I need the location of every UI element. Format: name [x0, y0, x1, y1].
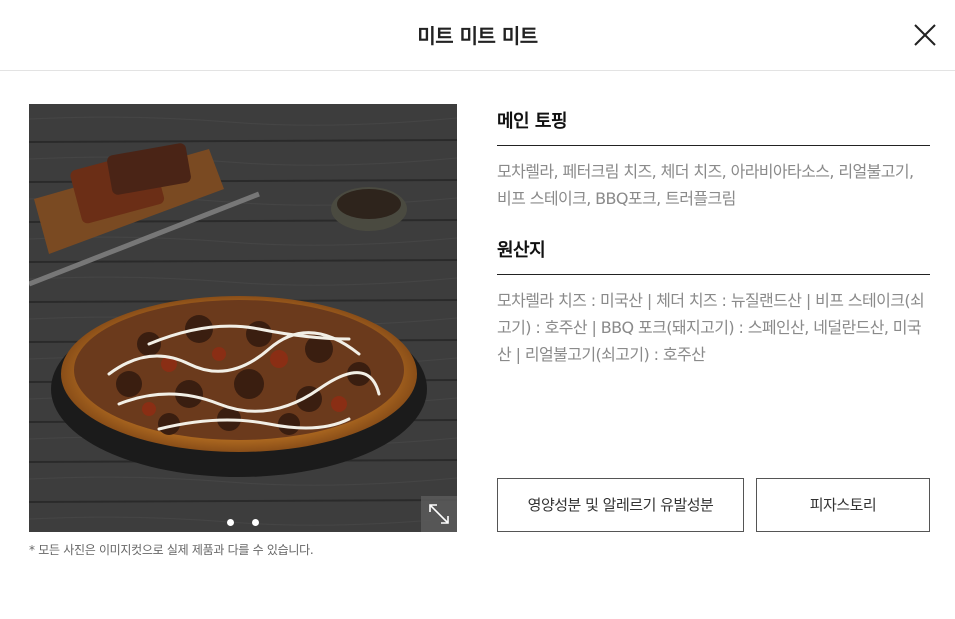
modal-header: 미트 미트 미트	[0, 0, 955, 71]
page-title: 미트 미트 미트	[417, 24, 538, 48]
toppings-text: 모차렐라, 페터크림 치즈, 체더 치즈, 아라비아타소스, 리얼불고기, 비프…	[497, 162, 914, 208]
carousel-dots	[29, 511, 457, 530]
pizza-story-button[interactable]: 피자스토리	[756, 478, 930, 532]
image-notice: * 모든 사진은 이미지컷으로 실제 제품과 다를 수 있습니다.	[29, 543, 314, 557]
carousel-dot[interactable]	[227, 519, 235, 526]
origin-title: 원산지	[497, 236, 930, 275]
expand-icon[interactable]	[421, 496, 457, 532]
close-icon[interactable]	[912, 22, 938, 48]
carousel-dot[interactable]	[251, 519, 259, 526]
origin-text: 모차렐라 치즈 : 미국산 | 체더 치즈 : 뉴질랜드산 | 비프 스테이크(…	[497, 291, 925, 364]
nutrition-button[interactable]: 영양성분 및 알레르기 유발성분	[497, 478, 744, 532]
toppings-title: 메인 토핑	[497, 107, 930, 146]
pizza-photo	[29, 104, 457, 532]
product-image	[29, 104, 457, 532]
